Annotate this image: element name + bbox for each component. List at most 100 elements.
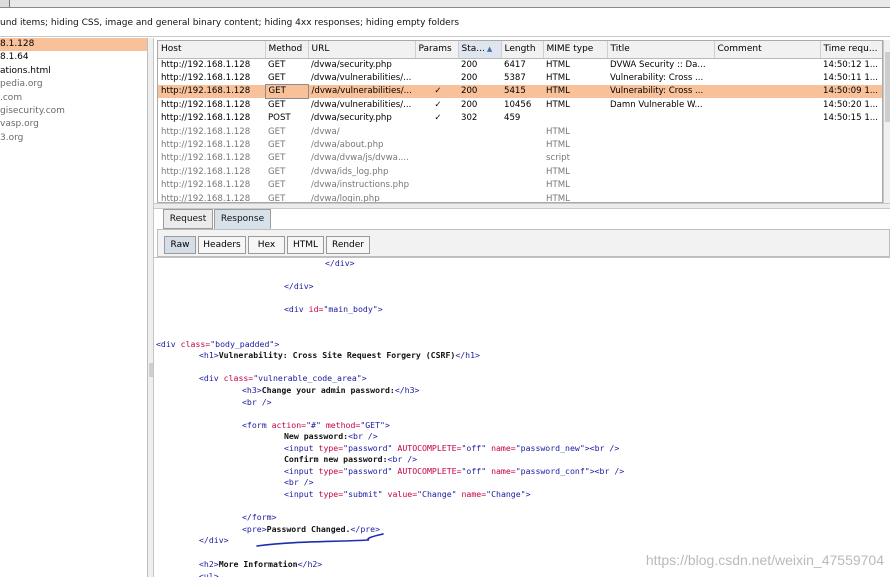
code-token: "Change" [417,489,462,499]
table-cell-length [501,152,543,165]
table-cell-method: GET [268,180,286,191]
proxy-history-table[interactable]: Host Method URL Params Sta... ▲ Length MIME typ… [157,40,883,203]
filter-bar[interactable]: und items; hiding CSS, image and general… [0,9,890,37]
table-cell-host: http://192.168.1.128 [161,99,251,110]
table-cell-url: /dvwa/instructions.php [311,180,410,191]
column-header[interactable]: Length [501,41,544,59]
table-cell-title [607,125,714,138]
code-token: </h2> [297,559,323,569]
table-cell-mime: script [546,153,570,164]
table-cell-host: http://192.168.1.128 [161,73,251,84]
response-line: <h2>More Information</h2> [199,559,322,569]
table-row[interactable]: http://192.168.1.128 GET/dvwa/security.ph… [158,58,882,71]
table-cell-time [820,165,882,178]
tab-html[interactable]: HTML [287,236,324,254]
tab-hex[interactable]: Hex [248,236,285,254]
tab-response[interactable]: Response [214,209,271,229]
code-token: name= [491,443,516,453]
window-top-strip [0,0,890,8]
table-row[interactable]: http://192.168.1.128 GET/dvwa/HTML [158,125,882,138]
tab-raw[interactable]: Raw [164,236,196,254]
column-header-label: Length [504,44,536,55]
code-token: </h3> [394,385,420,395]
table-cell-method: GET [268,153,286,164]
response-line: <div class="vulnerable_code_area"> [199,373,367,383]
code-token: </div> [284,281,314,291]
code-token: "password" [343,466,398,476]
column-header[interactable]: Sta... ▲ [458,41,502,59]
table-cell-comment [714,84,820,99]
code-token: <input [284,489,319,499]
code-token: <input [284,443,319,453]
code-token: "GET" [360,420,385,430]
column-header-label: Title [610,44,630,55]
code-token: <h1> [199,350,219,360]
table-cell-title [607,152,714,165]
response-line: <pre>Password Changed.</pre> [242,524,380,534]
table-cell-host: http://192.168.1.128 [161,113,251,124]
table-cell-comment [714,58,820,71]
table-row[interactable]: http://192.168.1.128 GET/dvwa/ids_log.php… [158,165,882,178]
scrollbar-thumb[interactable] [149,363,153,377]
table-row[interactable]: http://192.168.1.128 GET/dvwa/vulnerabili… [158,98,882,111]
table-row[interactable]: http://192.168.1.128 GET/dvwa/instruction… [158,179,882,192]
table-row[interactable]: http://192.168.1.128 GET/dvwa/vulnerabili… [158,84,882,99]
table-row[interactable]: http://192.168.1.128 GET/dvwa/about.php HT… [158,138,882,151]
code-token: <form [242,420,272,430]
site-tree-item[interactable]: gisecurity.com [0,105,147,118]
column-header[interactable]: Params [415,41,459,59]
code-token: <br /> [284,477,314,487]
code-token: "Change" [486,489,526,499]
code-token: "password_new" [515,443,585,453]
site-tree-item[interactable]: ations.html [0,65,147,78]
tab-request[interactable]: Request [163,209,213,229]
code-token: method= [325,420,361,430]
column-header[interactable]: Title [607,41,715,59]
table-cell-mime: HTML [546,140,570,151]
table-row[interactable]: http://192.168.1.128 POST/dvwa/security.p… [158,112,882,125]
response-line: New password:<br /> [284,431,378,441]
table-cell-length: 459 [504,113,521,124]
table-row[interactable]: http://192.168.1.128 GET/dvwa/dvwa/js/dvw… [158,152,882,165]
table-cell-status: 200 [461,73,478,84]
response-line: <h1>Vulnerability: Cross Site Request Fo… [199,350,480,360]
site-map-tree[interactable]: 8.1.128 8.1.64 ations.html pedia.org .com gis… [0,38,148,577]
table-cell-url: /dvwa/about.php [311,140,384,151]
site-tree-item[interactable]: pedia.org [0,78,147,91]
site-tree-item[interactable]: 3.org [0,132,147,145]
column-header[interactable]: URL [308,41,416,59]
response-line: <form action="#" method="GET"> [242,420,390,430]
table-cell-params: ✓ [434,113,442,124]
table-scrollbar[interactable] [883,40,890,203]
column-header[interactable]: Time requ... [820,41,882,59]
table-cell-length: 6417 [504,59,526,70]
code-token: "off" [461,443,492,453]
table-cell-mime: HTML [546,126,570,137]
column-header[interactable]: Host [158,41,266,59]
site-tree-item[interactable]: .com [0,92,147,105]
table-cell-time: 14:50:15 1... [823,113,878,124]
table-cell-title: DVWA Security :: Da... [610,59,706,70]
table-cell-comment [714,98,820,111]
code-token: > [525,489,531,499]
table-row[interactable]: http://192.168.1.128 GET/dvwa/login.php HT… [158,192,882,202]
response-line: <div class="body_padded"> [156,339,279,349]
site-tree-item[interactable]: 8.1.128 [0,38,147,52]
response-raw-editor[interactable]: </div> </div> <div id="main_body"> <div cla… [154,257,890,577]
site-tree-item[interactable]: 8.1.64 [0,51,147,64]
tab-render[interactable]: Render [326,236,370,254]
column-header[interactable]: MIME type [543,41,608,59]
column-header-label: URL [311,44,330,55]
table-cell-method: GET [268,100,286,111]
column-header-label: Method [268,44,303,55]
site-tree-item[interactable]: vasp.org [0,118,147,131]
code-token: name= [491,466,516,476]
scrollbar-thumb[interactable] [885,52,890,122]
column-header[interactable]: Method [265,41,309,59]
code-token: <div [156,339,181,349]
table-row[interactable]: http://192.168.1.128 GET/dvwa/vulnerabili… [158,71,882,84]
table-cell-time: 14:50:11 1... [823,73,878,84]
column-header[interactable]: Comment [714,41,821,59]
tab-headers[interactable]: Headers [198,236,246,254]
code-token: AUTOCOMPLETE= [397,443,462,453]
